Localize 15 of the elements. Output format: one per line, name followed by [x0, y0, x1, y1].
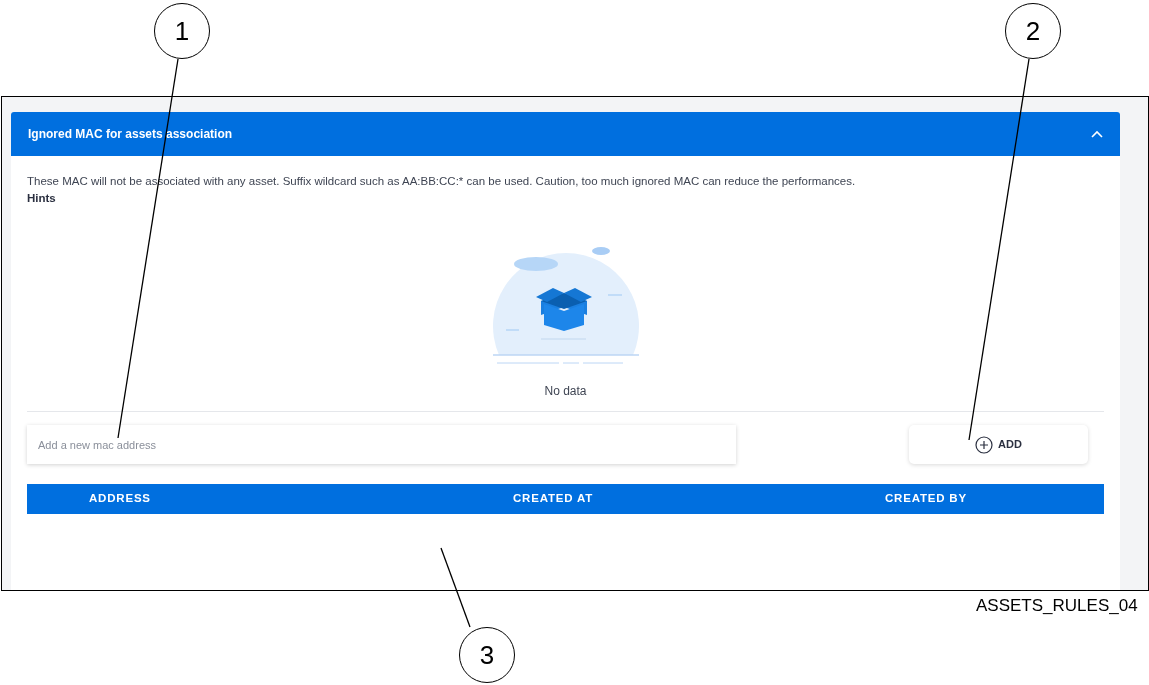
plus-circle-icon	[975, 435, 994, 454]
panel-header[interactable]: Ignored MAC for assets association	[11, 112, 1120, 156]
mac-address-input[interactable]: Add a new mac address	[27, 425, 736, 464]
add-button[interactable]: ADD	[909, 425, 1088, 464]
column-header[interactable]: ADDRESS	[89, 490, 513, 508]
empty-text: No data	[544, 383, 587, 400]
panel-title: Ignored MAC for assets association	[28, 126, 233, 143]
column-header[interactable]: CREATED BY	[885, 490, 1104, 508]
column-header[interactable]: CREATED AT	[513, 490, 885, 508]
figure-caption: ASSETS_RULES_04	[976, 595, 1138, 617]
callout-number: 1	[154, 3, 210, 59]
chevron-icon[interactable]	[1091, 130, 1103, 138]
callout-number: 2	[1005, 3, 1061, 59]
hints-label: Hints	[27, 191, 57, 206]
callout-number: 3	[459, 627, 515, 683]
